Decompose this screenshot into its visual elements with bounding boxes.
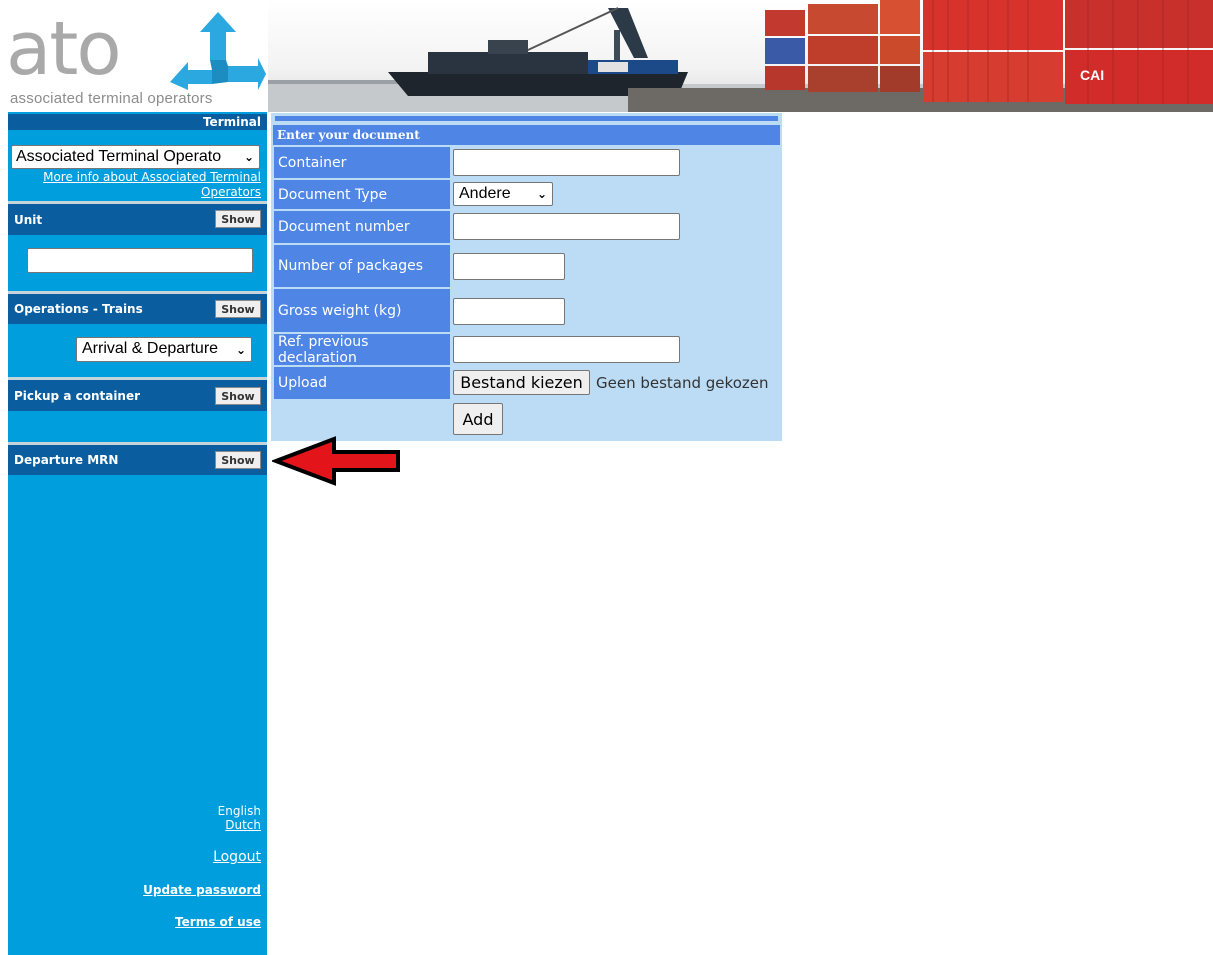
pickup-section-title: Pickup a container — [14, 388, 141, 403]
terminal-select-value: Associated Terminal Operato — [16, 148, 222, 165]
language-switcher: English Dutch — [218, 804, 261, 832]
unit-show-button[interactable]: Show — [215, 210, 261, 228]
form-heading: Enter your document — [273, 125, 780, 145]
header-banner-image: CAI — [268, 0, 1213, 112]
departure-mrn-title: Departure MRN — [14, 453, 119, 467]
pickup-section-header: Pickup a container Show — [8, 380, 267, 411]
terminal-select[interactable]: Associated Terminal Operato ⌄ — [11, 145, 260, 169]
gross-weight-label: Gross weight (kg) — [274, 289, 450, 332]
document-type-label: Document Type — [274, 180, 450, 209]
operations-trains-select[interactable]: Arrival & Departure ⌄ — [76, 337, 252, 362]
operations-trains-header: Operations - Trains Show — [8, 294, 267, 324]
banner-container-mark: CAI — [1080, 67, 1104, 83]
terminal-section-title: Terminal — [202, 115, 261, 129]
terms-of-use-link[interactable]: Terms of use — [175, 915, 261, 929]
ato-logo[interactable]: ato associated terminal operators — [6, 6, 266, 110]
document-number-input[interactable] — [453, 213, 680, 240]
document-type-value: Andere — [459, 185, 511, 202]
language-dutch-link[interactable]: Dutch — [218, 818, 261, 832]
unit-section-header: Unit Show — [8, 204, 267, 235]
more-info-terminal-link[interactable]: More info about Associated Terminal Oper… — [43, 170, 261, 200]
logo-wordmark: ato — [6, 6, 122, 92]
operations-trains-select-value: Arrival & Departure — [82, 340, 219, 357]
terminal-section-header: Terminal — [8, 114, 267, 130]
document-type-select[interactable]: Andere ⌄ — [453, 182, 553, 206]
operations-trains-title: Operations - Trains — [14, 302, 143, 316]
update-password-link[interactable]: Update password — [143, 883, 261, 897]
add-button[interactable]: Add — [453, 403, 503, 435]
departure-mrn-show-button[interactable]: Show — [215, 451, 261, 469]
container-label: Container — [274, 147, 450, 178]
packages-input[interactable] — [453, 253, 565, 280]
document-form: Enter your document Container Document T… — [271, 113, 782, 441]
red-arrow-annotation-icon — [272, 436, 400, 486]
container-input[interactable] — [453, 149, 680, 176]
page-header: ato associated terminal operators CAI — [0, 0, 1213, 112]
gross-weight-input[interactable] — [453, 298, 565, 325]
choose-file-button[interactable]: Bestand kiezen — [453, 370, 590, 395]
unit-input[interactable] — [27, 248, 253, 273]
unit-section-title: Unit — [14, 212, 43, 227]
ref-previous-label: Ref. previous declaration — [274, 334, 450, 366]
pickup-show-button[interactable]: Show — [215, 387, 261, 405]
ref-previous-input[interactable] — [453, 336, 680, 363]
language-english: English — [217, 804, 261, 818]
logout-link[interactable]: Logout — [213, 849, 261, 865]
upload-label: Upload — [274, 367, 450, 399]
logo-arrows-icon — [170, 12, 266, 90]
document-number-label: Document number — [274, 211, 450, 243]
no-file-chosen-text: Geen bestand gekozen — [596, 374, 769, 392]
sidebar: Terminal Associated Terminal Operato ⌄ M… — [8, 112, 267, 955]
form-top-bar — [275, 116, 778, 121]
logo-tagline: associated terminal operators — [10, 90, 213, 107]
packages-label: Number of packages — [274, 245, 450, 287]
operations-trains-show-button[interactable]: Show — [215, 300, 261, 318]
departure-mrn-header: Departure MRN Show — [8, 445, 267, 475]
